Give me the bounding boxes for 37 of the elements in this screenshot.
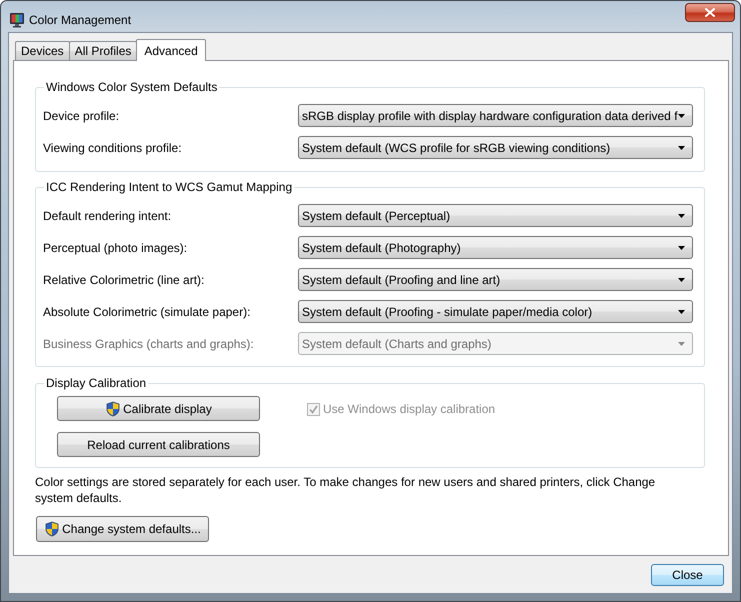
calibration-button[interactable]: Calibrate display — [57, 396, 260, 421]
field-label: Business Graphics (charts and graphs): — [43, 336, 255, 352]
field-label: Device profile: — [43, 108, 120, 124]
info-text: Color settings are stored separately for each user. To make changes for new users and shared printers, click Change system defaults. — [35, 474, 656, 506]
caret-icon — [678, 114, 685, 118]
close-window-button[interactable] — [685, 3, 735, 22]
close-button[interactable]: Close — [651, 564, 724, 586]
field-label: Default rendering intent: — [43, 208, 172, 224]
field-label: Relative Colorimetric (line art): — [43, 272, 206, 288]
dropdown[interactable]: System default (Photography) — [298, 236, 693, 259]
tab[interactable]: All Profiles — [68, 41, 138, 60]
tab[interactable]: Advanced — [136, 39, 206, 61]
tab[interactable]: Devices — [15, 41, 70, 60]
dropdown[interactable]: sRGB display profile with display hardware configuration data derived f — [298, 104, 693, 127]
caret-icon — [678, 214, 685, 218]
checkbox-label: Use Windows display calibration — [323, 401, 496, 418]
caret-icon — [678, 278, 685, 282]
caret-icon — [678, 342, 685, 346]
dropdown[interactable]: System default (Proofing and line art) — [298, 268, 693, 291]
dropdown[interactable]: System default (Proofing - simulate paper/media color) — [298, 300, 693, 323]
change-defaults-button[interactable]: Change system defaults... — [36, 516, 209, 542]
field-label: Perceptual (photo images): — [43, 240, 188, 256]
group-title: Windows Color System Defaults — [45, 79, 218, 95]
field-label: Absolute Colorimetric (simulate paper): — [43, 304, 252, 320]
calibration-button[interactable]: Reload current calibrations — [57, 432, 260, 457]
check-icon — [309, 404, 318, 414]
dropdown[interactable]: System default (Perceptual) — [298, 204, 693, 227]
close-icon — [705, 8, 715, 17]
caret-icon — [678, 310, 685, 314]
monitor-icon — [9, 12, 25, 28]
field-label: Viewing conditions profile: — [43, 140, 183, 156]
group-title: Display Calibration — [45, 375, 148, 391]
group-title: ICC Rendering Intent to WCS Gamut Mapping — [45, 179, 294, 195]
caret-icon — [678, 146, 685, 150]
dropdown[interactable]: System default (WCS profile for sRGB viewing conditions) — [298, 136, 693, 159]
caret-icon — [678, 246, 685, 250]
window-title: Color Management — [29, 12, 132, 29]
